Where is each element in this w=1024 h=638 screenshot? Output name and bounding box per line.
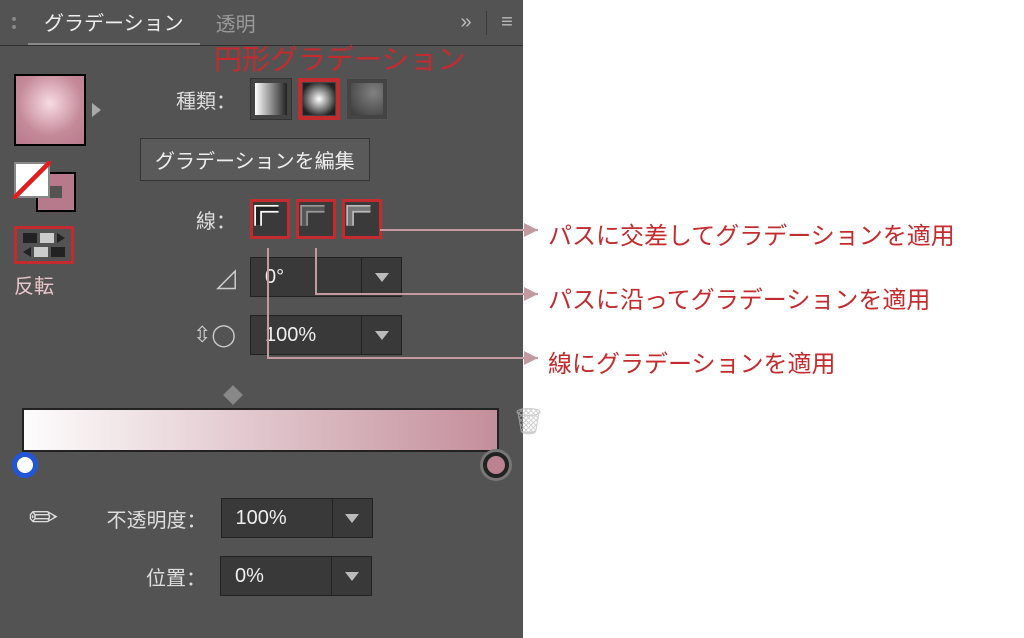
gradient-panel: グラデーション 透明 » ≡ 円形グラデーション 反転 種類：: [0, 0, 523, 638]
angle-input[interactable]: 0°: [250, 257, 402, 297]
panel-grip-icon[interactable]: [0, 17, 28, 29]
type-radial-button[interactable]: [298, 78, 340, 120]
swatch-dropdown-icon[interactable]: [92, 103, 101, 117]
eyedropper-icon[interactable]: ✎: [20, 494, 68, 542]
label-type: 種類：: [140, 85, 236, 114]
annotation-stroke-within: 線にグラデーションを適用: [548, 344, 836, 379]
annotation-reverse: 反転: [14, 270, 101, 299]
label-line: 線：: [140, 205, 236, 234]
label-position: 位置：: [86, 562, 206, 591]
label-opacity: 不透明度：: [87, 504, 207, 533]
angle-icon: ◿: [140, 262, 236, 293]
fill-stroke-selector[interactable]: [14, 162, 74, 210]
position-dropdown[interactable]: [331, 557, 371, 595]
aspect-ratio-icon: ⇳◯: [140, 322, 236, 348]
stroke-apply-across-button[interactable]: [342, 199, 382, 239]
color-stop-start[interactable]: [12, 452, 38, 478]
angle-dropdown[interactable]: [361, 258, 401, 296]
gradient-preview-swatch[interactable]: [14, 74, 86, 146]
annotation-stroke-across: パスに交差してグラデーションを適用: [548, 216, 955, 251]
stroke-apply-along-button[interactable]: [296, 199, 336, 239]
fill-swatch-none[interactable]: [14, 162, 50, 198]
trash-icon[interactable]: 🗑: [512, 406, 545, 437]
tab-gradient[interactable]: グラデーション: [28, 0, 200, 45]
color-stop-end[interactable]: [483, 452, 509, 478]
opacity-dropdown[interactable]: [332, 499, 372, 537]
type-freeform-button[interactable]: [346, 78, 388, 120]
edit-gradient-button[interactable]: グラデーションを編集: [140, 138, 370, 181]
gradient-bar[interactable]: [22, 408, 499, 452]
midpoint-diamond[interactable]: [223, 385, 243, 405]
annotation-stroke-along: パスに沿ってグラデーションを適用: [548, 280, 930, 315]
reverse-gradient-button[interactable]: [14, 226, 74, 264]
aspect-input[interactable]: 100%: [250, 315, 402, 355]
annotation-radial-gradient: 円形グラデーション: [214, 38, 465, 78]
opacity-input[interactable]: 100%: [221, 498, 373, 538]
stroke-apply-within-button[interactable]: [250, 199, 290, 239]
type-linear-button[interactable]: [250, 78, 292, 120]
collapse-icon[interactable]: »: [450, 11, 482, 34]
divider: [486, 11, 487, 35]
gradient-slider[interactable]: 🗑: [22, 396, 499, 452]
aspect-dropdown[interactable]: [361, 316, 401, 354]
panel-menu-icon[interactable]: ≡: [491, 11, 523, 34]
position-input[interactable]: 0%: [220, 556, 372, 596]
